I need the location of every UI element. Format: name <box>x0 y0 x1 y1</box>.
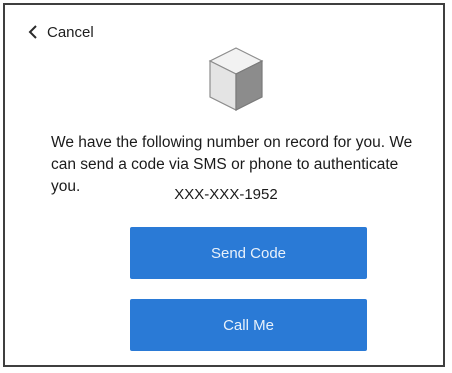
chevron-left-icon <box>28 25 37 39</box>
cancel-link[interactable]: Cancel <box>27 22 94 42</box>
cancel-label: Cancel <box>47 23 94 41</box>
phone-number: XXX-XXX-1952 <box>174 186 278 203</box>
send-code-button[interactable]: Send Code <box>130 227 367 279</box>
cube-icon <box>208 47 264 111</box>
call-me-button[interactable]: Call Me <box>130 299 367 351</box>
